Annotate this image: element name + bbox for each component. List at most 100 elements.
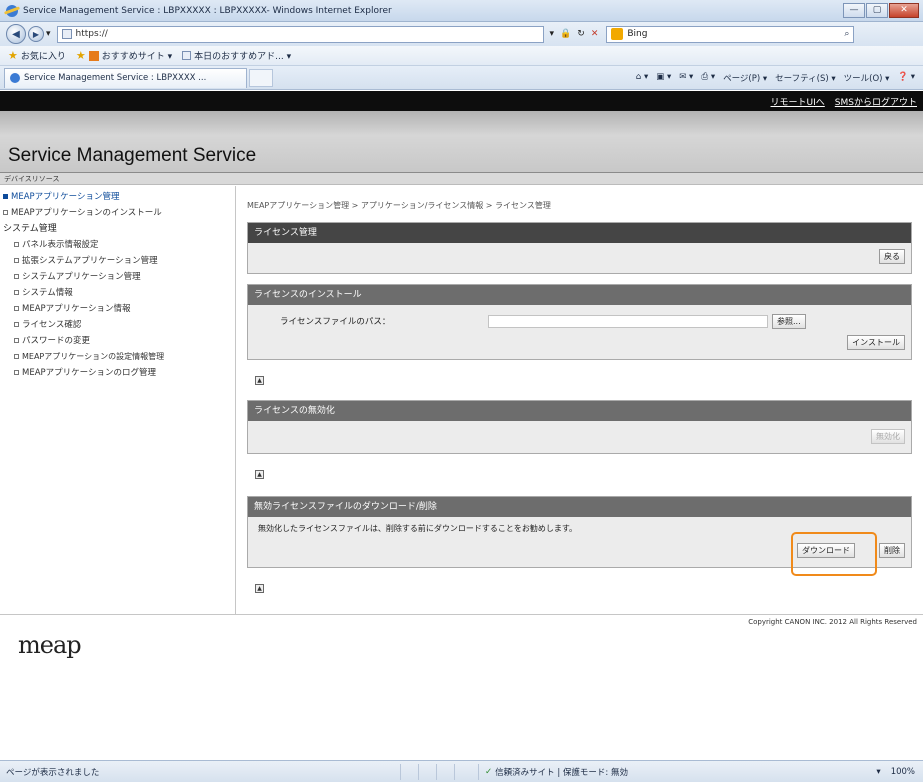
sidebar-item-ext-system-app[interactable]: 拡張システムアプリケーション管理	[0, 253, 235, 269]
status-cell	[436, 763, 454, 780]
close-button[interactable]: ✕	[889, 3, 919, 18]
address-dropdown-icon[interactable]: ▾	[550, 29, 555, 39]
check-icon: ✓	[485, 766, 493, 777]
app-header: Service Management Service	[0, 111, 923, 173]
stop-icon[interactable]: ✕	[591, 29, 599, 39]
web-slice-icon	[182, 51, 192, 60]
zoom-menu-icon[interactable]: ▾	[876, 767, 880, 777]
bullet-icon	[14, 258, 19, 263]
section-license-install: ライセンスのインストール ライセンスファイルのパス： 参照... インストール	[247, 284, 912, 360]
page-top-icon[interactable]: ▲	[255, 376, 264, 385]
zoom-control[interactable]: ▾ 100%	[876, 767, 923, 777]
sidebar-item-panel-display[interactable]: パネル表示情報設定	[0, 237, 235, 253]
remote-ui-link[interactable]: リモートUIへ	[771, 95, 825, 108]
suggested-sites-icon	[88, 50, 99, 61]
app-title: Service Management Service	[8, 145, 257, 166]
address-toolbar: ◀ ▶ ▾ https:// ▾ 🔒 ↻ ✕ Bing ⌕	[0, 22, 923, 46]
status-cell	[400, 763, 418, 780]
fav-item-label: おすすめサイト ▾	[101, 52, 173, 62]
status-cells	[400, 763, 472, 780]
maximize-button[interactable]: ▢	[866, 3, 888, 18]
favorites-button[interactable]: ★ お気に入り	[8, 49, 66, 62]
status-bar: ページが表示されました ✓ 信頼済みサイト | 保護モード: 無効 ▾ 100%	[0, 760, 923, 782]
sidebar-item-label: パスワードの変更	[22, 336, 91, 346]
fav-suggested-sites[interactable]: ★ おすすめサイト ▾	[76, 49, 172, 62]
window-title: Service Management Service : LBPXXXXX : …	[23, 5, 392, 16]
tab-ie-icon	[10, 73, 20, 83]
lock-icon[interactable]: 🔒	[560, 29, 571, 39]
tools-menu[interactable]: ツール(O) ▾	[844, 72, 890, 84]
disable-button[interactable]: 無効化	[871, 429, 905, 444]
section-license-mgmt: ライセンス管理 戻る	[247, 222, 912, 274]
address-actions: ▾ 🔒 ↻ ✕	[550, 29, 599, 39]
back-button[interactable]: ◀	[6, 24, 26, 44]
sidebar-item-meap-log[interactable]: MEAPアプリケーションのログ管理	[0, 365, 235, 381]
section-license-disable: ライセンスの無効化 無効化	[247, 400, 912, 454]
sidebar-item-system-app[interactable]: システムアプリケーション管理	[0, 269, 235, 285]
history-dropdown-icon[interactable]: ▾	[46, 29, 51, 39]
browse-button[interactable]: 参照...	[772, 314, 806, 329]
sidebar-item-label: 拡張システムアプリケーション管理	[22, 256, 158, 266]
sidebar-item-label: MEAPアプリケーション情報	[22, 304, 131, 314]
search-engine-label: Bing	[627, 29, 648, 39]
feeds-button[interactable]: ▣ ▾	[656, 72, 671, 84]
delete-button[interactable]: 削除	[879, 543, 905, 558]
sidebar-item-meap-install[interactable]: MEAPアプリケーションのインストール	[0, 205, 235, 221]
bing-icon	[611, 28, 624, 40]
sidebar-item-label: MEAPアプリケーションの設定情報管理	[22, 352, 165, 361]
meap-logo: meap	[18, 631, 82, 659]
page-menu[interactable]: ページ(P) ▾	[723, 72, 767, 84]
sidebar-item-system-info[interactable]: システム情報	[0, 285, 235, 301]
fav-web-slice[interactable]: 本日のおすすめアド... ▾	[182, 49, 291, 62]
page-top-icon[interactable]: ▲	[255, 584, 264, 593]
tab-title: Service Management Service : LBPXXXX ...	[24, 73, 207, 83]
address-input[interactable]: https://	[56, 25, 544, 43]
mail-button[interactable]: ✉ ▾	[679, 72, 693, 84]
home-button[interactable]: ⌂ ▾	[636, 72, 648, 84]
copyright-text: Copyright CANON INC. 2012 All Rights Res…	[748, 618, 917, 626]
sidebar-item-password-change[interactable]: パスワードの変更	[0, 333, 235, 349]
sidebar-item-meap-settings-info[interactable]: MEAPアプリケーションの設定情報管理	[0, 349, 235, 365]
help-menu[interactable]: ❓ ▾	[897, 72, 915, 84]
add-favorite-icon: ★	[75, 49, 86, 62]
zone-text: 信頼済みサイト | 保護モード: 無効	[495, 767, 628, 778]
security-zone[interactable]: ✓ 信頼済みサイト | 保護モード: 無効	[478, 763, 628, 780]
logout-link[interactable]: SMSからログアウト	[835, 95, 917, 108]
sidebar-item-label: MEAPアプリケーションのログ管理	[22, 368, 156, 378]
page-top-strip: リモートUIへ SMSからログアウト	[0, 91, 923, 111]
breadcrumb: MEAPアプリケーション管理 > アプリケーション/ライセンス情報 > ライセン…	[247, 201, 551, 210]
sidebar-item-label: システムアプリケーション管理	[22, 272, 141, 282]
window-titlebar: Service Management Service : LBPXXXXX : …	[0, 0, 923, 22]
bullet-icon	[14, 290, 19, 295]
minimize-button[interactable]: —	[843, 3, 865, 18]
tab-active[interactable]: Service Management Service : LBPXXXX ...	[4, 67, 247, 88]
license-path-input[interactable]	[488, 315, 768, 328]
status-cell	[454, 763, 472, 780]
ie-logo-icon	[6, 4, 18, 17]
page-icon	[61, 29, 72, 39]
download-message: 無効化したライセンスファイルは、削除する前にダウンロードすることをお勧めします。	[258, 524, 578, 533]
refresh-icon[interactable]: ↻	[577, 29, 585, 39]
sidebar-item-license-check[interactable]: ライセンス確認	[0, 317, 235, 333]
sidebar-item-meap-app-info[interactable]: MEAPアプリケーション情報	[0, 301, 235, 317]
safety-menu[interactable]: セーフティ(S) ▾	[775, 72, 835, 84]
download-highlight	[791, 532, 877, 576]
page-top-icon[interactable]: ▲	[255, 470, 264, 479]
status-text: ページが表示されました	[6, 767, 100, 778]
forward-button[interactable]: ▶	[28, 26, 44, 42]
favorites-bar: ★ お気に入り ★ おすすめサイト ▾ 本日のおすすめアド... ▾	[0, 46, 923, 66]
zoom-level: 100%	[890, 766, 915, 777]
new-tab-button[interactable]	[249, 68, 273, 87]
bullet-icon	[14, 242, 19, 247]
sidebar-item-label: MEAPアプリケーション管理	[11, 192, 120, 202]
tab-bar: Service Management Service : LBPXXXX ...…	[0, 66, 923, 90]
bullet-icon	[14, 338, 19, 343]
section-title: ライセンスのインストール	[248, 285, 911, 305]
back-button[interactable]: 戻る	[879, 249, 905, 264]
address-url: https://	[75, 29, 108, 39]
search-icon[interactable]: ⌕	[844, 29, 849, 39]
install-button[interactable]: インストール	[847, 335, 905, 350]
sidebar-item-meap-app-mgmt[interactable]: MEAPアプリケーション管理	[0, 189, 235, 205]
print-button[interactable]: ⎙ ▾	[701, 72, 715, 84]
search-input[interactable]: Bing ⌕	[606, 25, 855, 43]
